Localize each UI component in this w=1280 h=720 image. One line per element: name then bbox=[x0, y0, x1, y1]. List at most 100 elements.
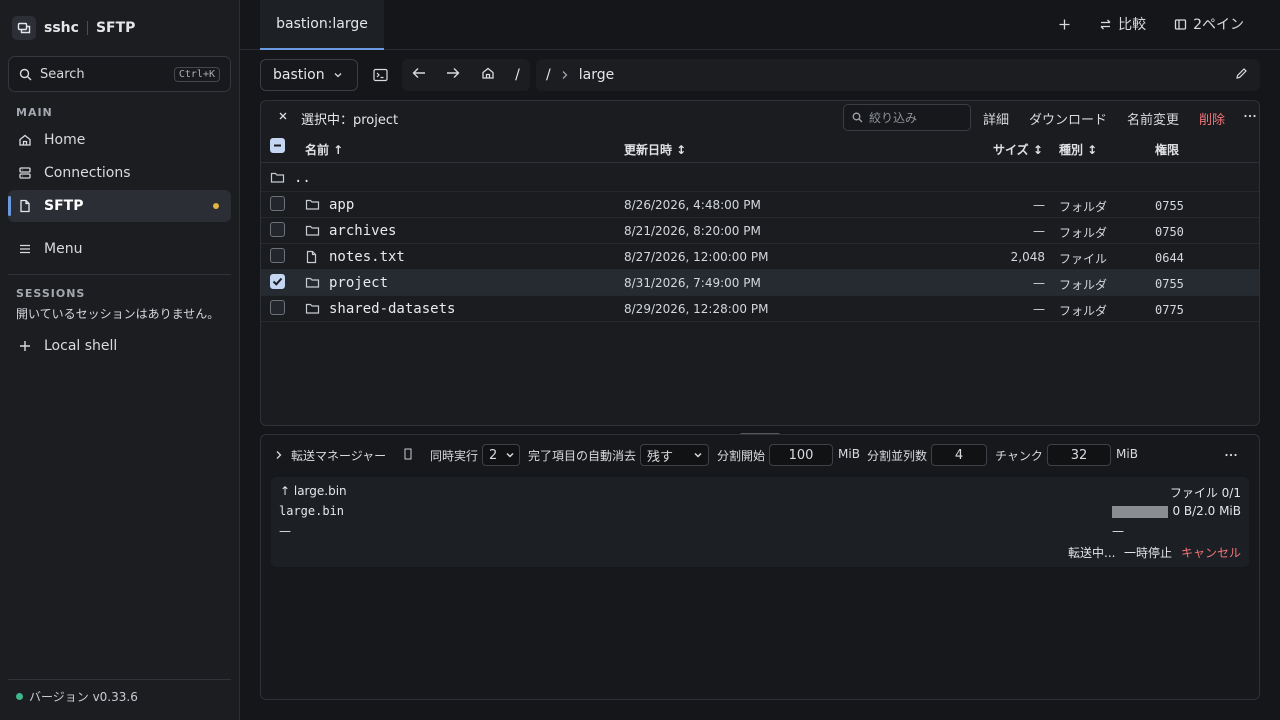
filter-input[interactable]: 絞り込み bbox=[843, 104, 971, 131]
clear-selection-button[interactable] bbox=[277, 110, 289, 126]
edit-path-button[interactable] bbox=[1235, 67, 1248, 84]
more-horizontal-icon bbox=[1244, 114, 1256, 118]
transfer-manager: 転送マネージャー 同時実行 2 完了項目の自動消去 残す 分割開始 100 Mi… bbox=[260, 434, 1260, 700]
row-checkbox[interactable] bbox=[270, 222, 285, 240]
tab-bar-actions: 比較 2ペイン bbox=[1058, 14, 1244, 34]
concurrency-label: 同時実行 bbox=[430, 449, 479, 463]
autoclear-select[interactable]: 残す bbox=[640, 444, 709, 466]
row-checkbox[interactable] bbox=[270, 196, 285, 214]
more-horizontal-icon bbox=[1225, 453, 1237, 457]
local-shell-label: Local shell bbox=[44, 338, 118, 354]
transfer-more-button[interactable] bbox=[1224, 448, 1238, 465]
file-icon bbox=[305, 250, 318, 267]
back-button[interactable] bbox=[412, 67, 426, 83]
table-row[interactable]: shared-datasets 8/29/2026, 12:28:00 PM — フォ… bbox=[261, 296, 1259, 322]
brand: sshc SFTP bbox=[12, 16, 135, 40]
root-dir-button[interactable]: / bbox=[515, 67, 520, 83]
sidebar-item-home[interactable]: Home bbox=[8, 124, 231, 156]
sidebar-item-label: Connections bbox=[44, 165, 131, 181]
status-dot-icon bbox=[16, 693, 23, 700]
pencil-icon bbox=[1236, 67, 1247, 79]
pause-button[interactable]: 一時停止 bbox=[1124, 544, 1172, 561]
home-dir-button[interactable] bbox=[481, 66, 495, 84]
two-pane-button[interactable]: 2ペイン bbox=[1174, 14, 1244, 34]
file-name: app bbox=[329, 197, 355, 213]
path-toolbar: bastion / / large bbox=[260, 59, 1260, 91]
file-name: notes.txt bbox=[329, 249, 405, 265]
search-shortcut: Ctrl+K bbox=[173, 66, 220, 82]
compare-button[interactable]: 比較 bbox=[1099, 14, 1146, 34]
select-all-checkbox[interactable] bbox=[270, 138, 285, 153]
terminal-icon bbox=[372, 68, 388, 82]
table-row[interactable]: project 8/31/2026, 7:49:00 PM — フォルダ 0755 bbox=[261, 270, 1259, 296]
home-icon bbox=[19, 134, 31, 146]
collapse-button[interactable] bbox=[275, 449, 283, 463]
chunk-label: チャンク bbox=[995, 449, 1043, 463]
row-checkbox[interactable] bbox=[270, 248, 285, 266]
concurrency-select[interactable]: 2 bbox=[482, 444, 520, 466]
sidebar-item-label: Home bbox=[44, 132, 86, 148]
job-right-dash: — bbox=[1112, 524, 1124, 538]
local-shell-button[interactable]: Local shell bbox=[8, 330, 231, 362]
sidebar-item-menu[interactable]: Menu bbox=[8, 233, 231, 265]
concurrency-value: 2 bbox=[489, 447, 498, 463]
tab-bastion-large[interactable]: bastion:large bbox=[260, 0, 384, 50]
new-tab-button[interactable] bbox=[1058, 18, 1071, 31]
split-parallel-label: 分割並列数 bbox=[867, 449, 928, 463]
table-row[interactable]: notes.txt 8/27/2026, 12:00:00 PM 2,048 ファイル… bbox=[261, 244, 1259, 270]
file-name: project bbox=[329, 275, 389, 291]
file-permissions: 0775 bbox=[1155, 303, 1184, 317]
split-start-unit: MiB bbox=[838, 447, 860, 461]
sidebar-divider bbox=[8, 274, 231, 275]
file-size: — bbox=[1033, 198, 1045, 212]
chevron-down-icon bbox=[334, 73, 342, 78]
column-kind[interactable]: 種別 ↕ bbox=[1059, 141, 1097, 158]
folder-icon bbox=[305, 198, 320, 214]
sidebar-item-connections[interactable]: Connections bbox=[8, 157, 231, 189]
file-permissions: 0644 bbox=[1155, 251, 1184, 265]
transfer-job: ↑ large.bin ファイル 0/1 large.bin 0 B/2.0 M… bbox=[271, 477, 1249, 567]
table-row[interactable]: archives 8/21/2026, 8:20:00 PM — フォルダ 0750 bbox=[261, 218, 1259, 244]
delete-button[interactable]: 削除 bbox=[1199, 109, 1225, 128]
breadcrumb-root[interactable]: / bbox=[546, 67, 551, 83]
main-section-label: MAIN bbox=[16, 106, 53, 119]
tab-label: bastion:large bbox=[276, 16, 368, 32]
file-permissions: 0755 bbox=[1155, 199, 1184, 213]
rename-button[interactable]: 名前変更 bbox=[1127, 109, 1179, 128]
host-select[interactable]: bastion bbox=[260, 59, 358, 91]
sessions-empty-text: 開いているセッションはありません。 bbox=[16, 307, 220, 321]
brand-divider bbox=[86, 21, 88, 35]
search-button[interactable]: Search Ctrl+K bbox=[8, 56, 231, 92]
forward-button[interactable] bbox=[446, 67, 460, 83]
column-modified[interactable]: 更新日時 ↕ bbox=[624, 141, 686, 158]
split-parallel-input[interactable]: 4 bbox=[931, 444, 987, 466]
details-button[interactable]: 詳細 bbox=[983, 109, 1009, 128]
transfer-info-icon bbox=[404, 448, 412, 463]
file-kind: フォルダ bbox=[1059, 278, 1108, 292]
sidebar-item-sftp[interactable]: SFTP bbox=[8, 190, 231, 222]
selection-label: 選択中：project bbox=[301, 113, 399, 128]
cancel-button[interactable]: キャンセル bbox=[1181, 544, 1241, 561]
job-left-dash: — bbox=[279, 524, 291, 538]
more-actions-button[interactable] bbox=[1243, 109, 1257, 128]
host-select-value: bastion bbox=[273, 67, 325, 83]
chunk-input[interactable]: 32 bbox=[1047, 444, 1111, 466]
download-button[interactable]: ダウンロード bbox=[1029, 109, 1107, 128]
table-row[interactable]: app 8/26/2026, 4:48:00 PM — フォルダ 0755 bbox=[261, 192, 1259, 218]
open-terminal-button[interactable] bbox=[370, 59, 390, 91]
column-name[interactable]: 名前 ↑ bbox=[305, 141, 343, 158]
split-start-input[interactable]: 100 bbox=[769, 444, 833, 466]
selection-actions: 詳細 ダウンロード 名前変更 削除 bbox=[983, 109, 1257, 128]
row-checkbox[interactable] bbox=[270, 274, 285, 290]
progress-bar bbox=[1112, 506, 1168, 518]
row-checkbox[interactable] bbox=[270, 300, 285, 318]
parent-dir-row[interactable]: .. bbox=[261, 164, 1259, 192]
breadcrumb-current[interactable]: large bbox=[579, 67, 614, 83]
autoclear-value: 残す bbox=[647, 449, 674, 465]
breadcrumb: / large bbox=[536, 59, 1260, 91]
column-size[interactable]: サイズ ↕ bbox=[993, 141, 1043, 158]
file-kind: フォルダ bbox=[1059, 226, 1108, 240]
table-header: 名前 ↑ 更新日時 ↕ サイズ ↕ 種別 ↕ 権限 bbox=[261, 133, 1259, 163]
file-name: shared-datasets bbox=[329, 301, 456, 317]
minus-icon bbox=[274, 144, 281, 147]
